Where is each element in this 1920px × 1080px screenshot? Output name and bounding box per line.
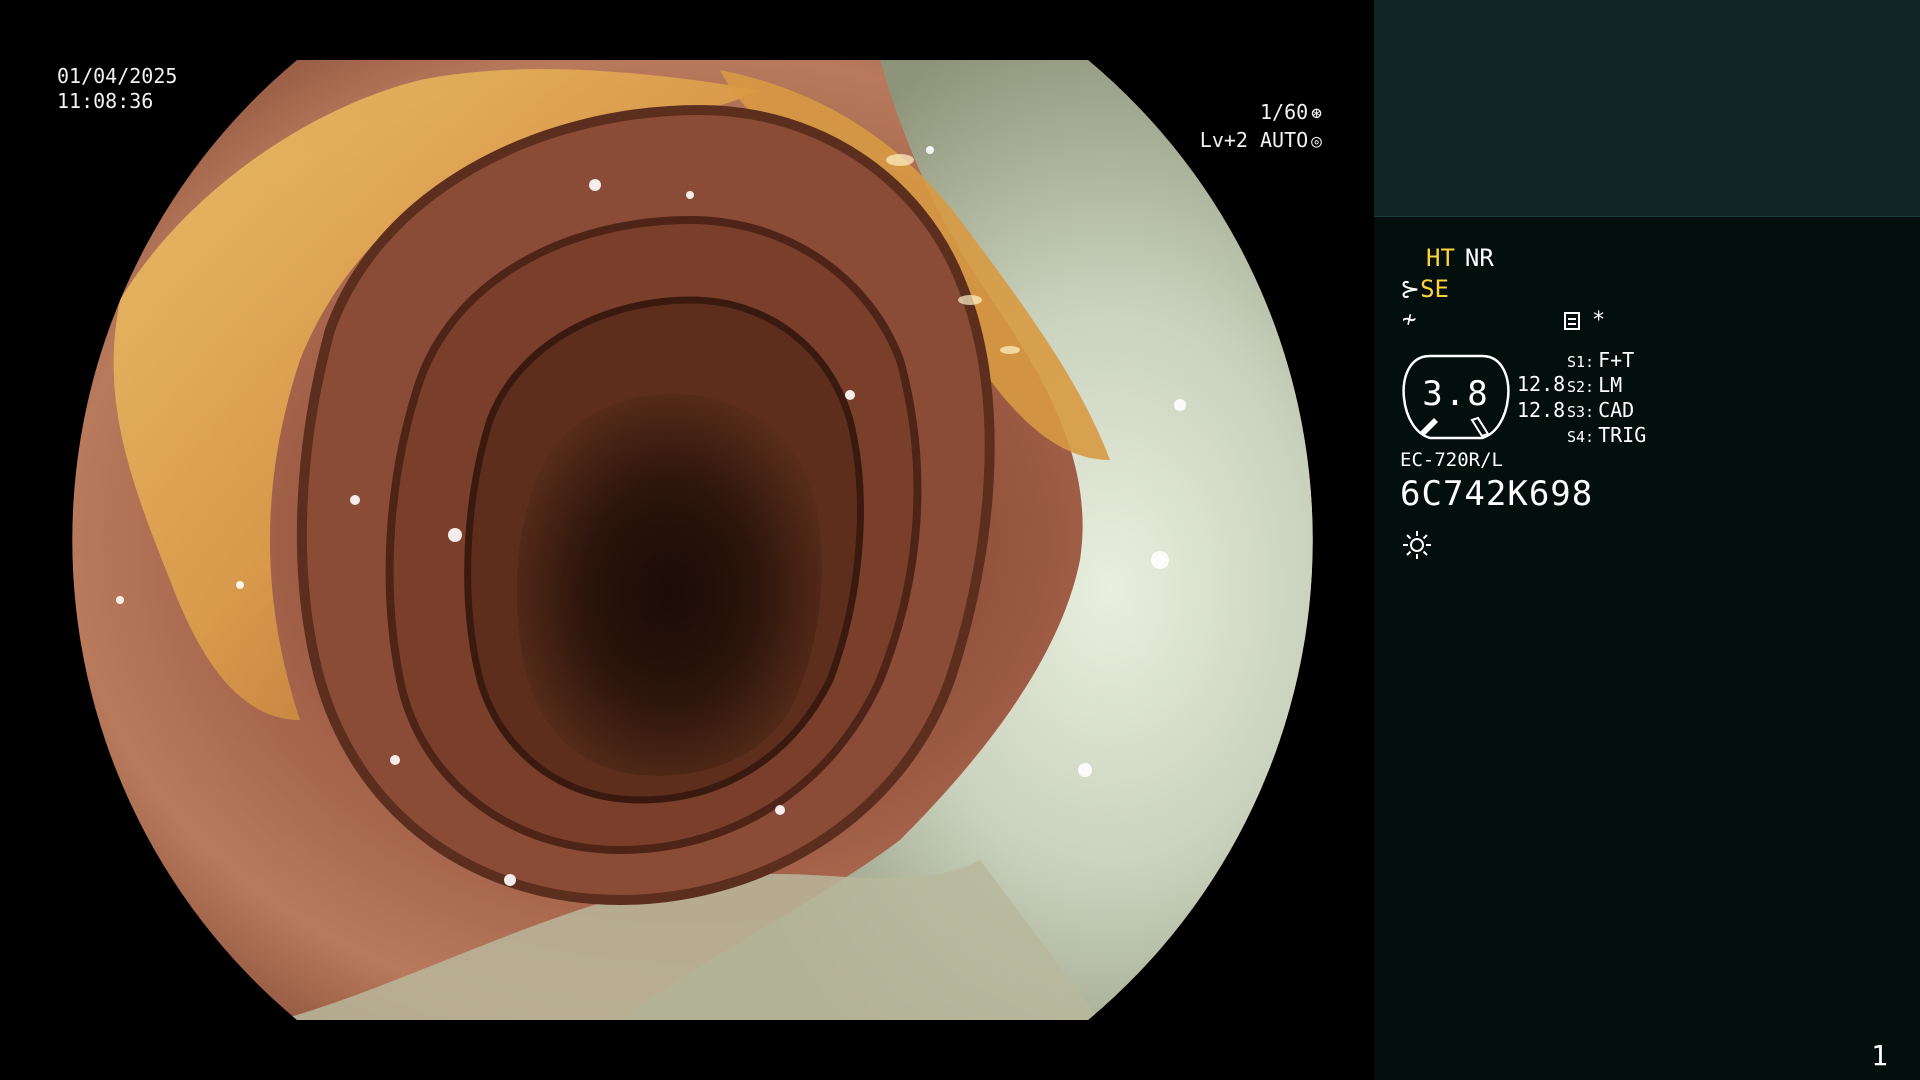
- thumbnail-area: [1374, 0, 1920, 217]
- memo-icon: [1564, 312, 1580, 330]
- endoscopy-screen: 01/04/2025 11:08:36 1/60 ⊛ Lv+2 AUTO ◎ HT N…: [0, 0, 1920, 1080]
- endoscope-view: 01/04/2025 11:08:36 1/60 ⊛ Lv+2 AUTO ◎: [0, 0, 1374, 1080]
- switch-key: S3:: [1567, 403, 1595, 421]
- freeze-icon: ≁: [1402, 305, 1417, 333]
- zoom-gauge: 3.8: [1400, 352, 1512, 442]
- switch-s1: S1: F+T: [1567, 348, 1634, 372]
- star-indicator: *: [1592, 308, 1606, 333]
- scope-serial: 6C742K698: [1400, 474, 1594, 514]
- gauge-value: 3.8: [1422, 374, 1490, 414]
- gauge-needle-icon: [1420, 418, 1438, 436]
- se-indicator: SE: [1420, 275, 1450, 303]
- switch-s2: S2: LM: [1567, 373, 1622, 397]
- colon-lumen-image: [72, 60, 1313, 1020]
- switch-s3: S3: CAD: [1567, 398, 1634, 422]
- switch-value: F+T: [1598, 348, 1635, 372]
- gauge-sub-value-2: 12.8: [1517, 398, 1566, 422]
- switch-s4: S4: TRIG: [1567, 423, 1646, 447]
- exposure-level: Lv+2 AUTO ◎: [1200, 127, 1322, 155]
- scope-bend-icon: ⊱: [1400, 275, 1421, 303]
- se-row: ⊱SE: [1400, 275, 1449, 303]
- shutter-label: 1/60: [1259, 100, 1309, 124]
- switch-value: LM: [1598, 373, 1623, 397]
- exposure-label: Lv+2 AUTO: [1199, 128, 1309, 152]
- info-panel: HT NR ⊱SE ≁ * 3.8 12.8 12.8 S1: F+T S2: LM …: [1374, 0, 1920, 1080]
- light-icon: [1403, 531, 1431, 559]
- switch-key: S4:: [1567, 428, 1595, 446]
- frame-counter: 1: [1871, 1039, 1888, 1072]
- exam-time: 11:08:36: [57, 89, 154, 113]
- switch-value: CAD: [1598, 398, 1635, 422]
- switch-value: TRIG: [1598, 423, 1647, 447]
- nr-indicator: NR: [1464, 244, 1494, 272]
- image-enhancement-row: HT NR: [1426, 244, 1504, 272]
- memo-row: *: [1564, 308, 1605, 333]
- ht-indicator: HT: [1426, 244, 1455, 272]
- gauge-sub-value-1: 12.8: [1517, 372, 1566, 396]
- exam-date: 01/04/2025: [57, 64, 178, 88]
- switch-key: S1:: [1567, 353, 1595, 371]
- shutter-speed: 1/60 ⊛: [1260, 99, 1322, 127]
- scope-model: EC-720R/L: [1400, 449, 1503, 471]
- shutter-icon: ⊛: [1311, 103, 1322, 124]
- iris-icon: ◎: [1311, 131, 1322, 152]
- switch-key: S2:: [1567, 378, 1595, 396]
